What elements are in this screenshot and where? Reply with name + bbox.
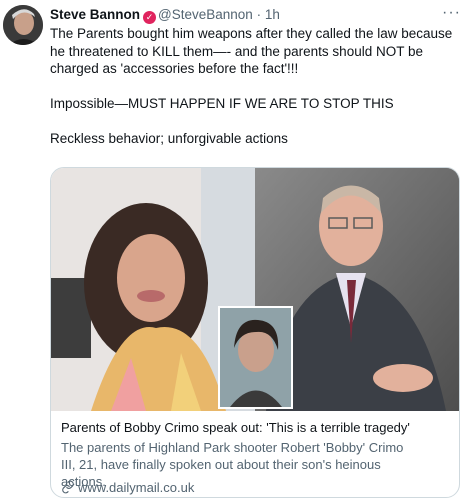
card-title[interactable]: Parents of Bobby Crimo speak out: 'This … xyxy=(61,420,410,436)
avatar[interactable] xyxy=(3,5,43,45)
separator-dot: · xyxy=(256,7,262,22)
tweet-header: Steve Bannon ✓ @SteveBannon · 1h xyxy=(50,7,280,24)
more-options-icon[interactable]: ··· xyxy=(442,5,461,21)
link-icon xyxy=(62,480,74,494)
tweet-paragraph: Reckless behavior; unforgivable actions xyxy=(50,131,288,146)
display-name[interactable]: Steve Bannon xyxy=(50,7,140,22)
card-domain-link[interactable]: www.dailymail.co.uk xyxy=(61,480,194,496)
verified-badge-icon: ✓ xyxy=(143,11,157,24)
tweet-paragraph: The Parents bought him weapons after the… xyxy=(50,26,453,76)
tweet-timestamp[interactable]: 1h xyxy=(265,7,280,22)
tweet-text: The Parents bought him weapons after the… xyxy=(50,25,460,148)
card-domain: www.dailymail.co.uk xyxy=(78,480,195,495)
link-preview-card[interactable]: Parents of Bobby Crimo speak out: 'This … xyxy=(50,167,460,498)
user-handle[interactable]: @SteveBannon xyxy=(158,7,253,22)
tweet-paragraph: Impossible—MUST HAPPEN IF WE ARE TO STOP… xyxy=(50,96,394,111)
inset-portrait xyxy=(218,306,293,409)
